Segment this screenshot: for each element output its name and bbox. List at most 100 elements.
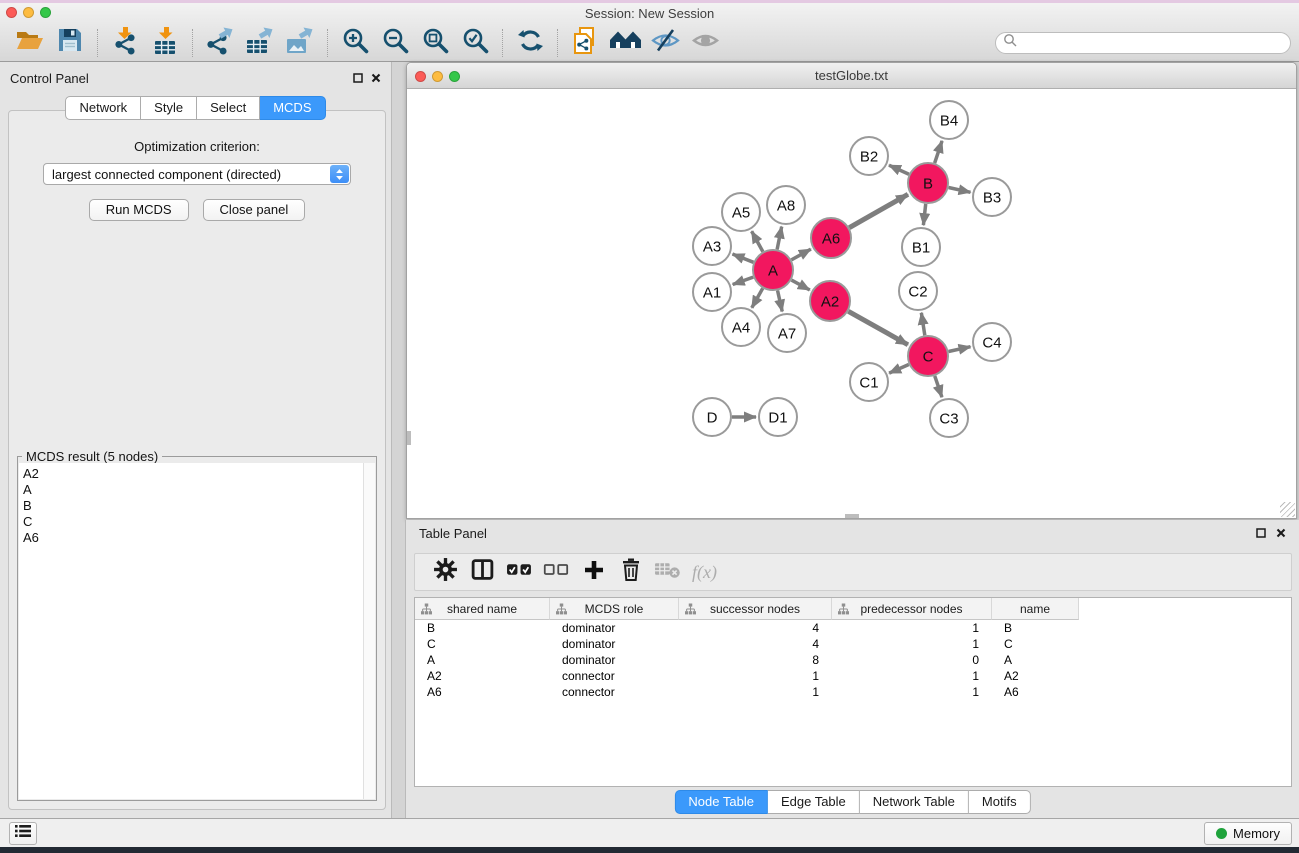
delete-column-button[interactable]	[612, 557, 649, 587]
table-cell[interactable]: 1	[679, 684, 832, 700]
graph-edge-A6-B[interactable]	[849, 194, 908, 227]
result-item[interactable]: A6	[23, 530, 363, 546]
close-panel-button[interactable]: Close panel	[203, 199, 306, 221]
hide-selected-button[interactable]	[645, 26, 685, 59]
table-cell[interactable]: 1	[679, 668, 832, 684]
table-cell[interactable]: A2	[415, 668, 550, 684]
graph-edge-C-C2[interactable]	[921, 313, 924, 336]
zoom-selected-button[interactable]	[455, 26, 495, 59]
graph-node-A3[interactable]: A3	[693, 227, 731, 265]
graph-node-A6[interactable]: A6	[811, 218, 851, 258]
graph-edge-A-A6[interactable]	[791, 249, 810, 260]
table-cell[interactable]: C	[992, 636, 1079, 652]
network-graph[interactable]: AA1A2A3A4A5A6A7A8BB1B2B3B4CC1C2C3C4DD1	[407, 89, 1296, 518]
graph-edge-A-A7[interactable]	[778, 290, 783, 311]
table-cell[interactable]: 4	[679, 636, 832, 652]
table-cell[interactable]: C	[415, 636, 550, 652]
resize-grip-icon[interactable]	[1280, 502, 1295, 517]
tab-style[interactable]: Style	[141, 96, 197, 120]
run-mcds-button[interactable]: Run MCDS	[89, 199, 189, 221]
graph-node-B4[interactable]: B4	[930, 101, 968, 139]
float-table-panel-icon[interactable]	[1255, 527, 1267, 539]
network-window-titlebar[interactable]: testGlobe.txt	[407, 63, 1296, 89]
column-header-name[interactable]: name	[992, 598, 1079, 620]
graph-node-C[interactable]: C	[908, 336, 948, 376]
table-row[interactable]: Cdominator41C	[415, 636, 1291, 652]
result-item[interactable]: C	[23, 514, 363, 530]
graph-edge-C-C1[interactable]	[889, 364, 909, 373]
deselect-all-button[interactable]	[538, 557, 575, 587]
open-file-button[interactable]	[10, 26, 50, 59]
graph-edge-A2-C[interactable]	[848, 311, 908, 344]
export-network-button[interactable]	[200, 26, 240, 59]
result-item[interactable]: B	[23, 498, 363, 514]
table-cell[interactable]: 1	[832, 620, 992, 636]
horizontal-scroll-nub[interactable]	[845, 514, 859, 518]
graph-edge-B-B1[interactable]	[923, 204, 925, 225]
table-cell[interactable]: 1	[832, 668, 992, 684]
memory-button[interactable]: Memory	[1204, 822, 1292, 845]
tab-network-table[interactable]: Network Table	[860, 790, 969, 814]
columns-button[interactable]	[464, 557, 501, 587]
graph-node-A[interactable]: A	[753, 250, 793, 290]
result-item[interactable]: A2	[23, 466, 363, 482]
close-table-panel-icon[interactable]	[1275, 527, 1287, 539]
vertical-scroll-nub[interactable]	[407, 431, 411, 445]
table-cell[interactable]: 0	[832, 652, 992, 668]
result-scrollbar[interactable]	[363, 463, 375, 799]
network-canvas[interactable]: AA1A2A3A4A5A6A7A8BB1B2B3B4CC1C2C3C4DD1	[407, 89, 1296, 518]
save-session-button[interactable]	[50, 26, 90, 59]
refresh-layout-button[interactable]	[510, 26, 550, 59]
settings-button[interactable]	[427, 557, 464, 587]
graph-edge-B-B2[interactable]	[889, 165, 909, 174]
node-table[interactable]: shared nameMCDS rolesuccessor nodesprede…	[414, 597, 1292, 787]
column-header-shared-name[interactable]: shared name	[415, 598, 550, 620]
home-button[interactable]	[605, 26, 645, 59]
table-row[interactable]: A6connector11A6	[415, 684, 1291, 700]
import-table-button[interactable]	[145, 26, 185, 59]
mcds-result-list[interactable]: A2ABCA6	[19, 463, 363, 799]
select-all-button[interactable]	[501, 557, 538, 587]
zoom-in-button[interactable]	[335, 26, 375, 59]
export-image-button[interactable]	[280, 26, 320, 59]
import-network-button[interactable]	[105, 26, 145, 59]
export-table-button[interactable]	[240, 26, 280, 59]
table-cell[interactable]: A	[992, 652, 1079, 668]
column-header-mcds-role[interactable]: MCDS role	[550, 598, 679, 620]
zoom-out-button[interactable]	[375, 26, 415, 59]
graph-edge-A-A8[interactable]	[777, 227, 782, 250]
zoom-fit-button[interactable]	[415, 26, 455, 59]
new-network-from-selection-button[interactable]	[565, 26, 605, 59]
column-header-predecessor-nodes[interactable]: predecessor nodes	[832, 598, 992, 620]
table-cell[interactable]: B	[415, 620, 550, 636]
tab-mcds[interactable]: MCDS	[260, 96, 325, 120]
column-header-successor-nodes[interactable]: successor nodes	[679, 598, 832, 620]
table-cell[interactable]: dominator	[550, 620, 679, 636]
table-cell[interactable]: A2	[992, 668, 1079, 684]
tab-network[interactable]: Network	[65, 96, 141, 120]
table-cell[interactable]: 8	[679, 652, 832, 668]
graph-node-B2[interactable]: B2	[850, 137, 888, 175]
graph-edge-A-A4[interactable]	[752, 288, 763, 308]
table-row[interactable]: Bdominator41B	[415, 620, 1291, 636]
task-history-button[interactable]	[9, 822, 37, 845]
graph-node-C1[interactable]: C1	[850, 363, 888, 401]
graph-edge-A-A1[interactable]	[733, 277, 754, 284]
graph-node-A7[interactable]: A7	[768, 314, 806, 352]
table-cell[interactable]: B	[992, 620, 1079, 636]
graph-node-B[interactable]: B	[908, 163, 948, 203]
graph-edge-B-B4[interactable]	[935, 141, 942, 163]
tab-edge-table[interactable]: Edge Table	[768, 790, 860, 814]
graph-node-C2[interactable]: C2	[899, 272, 937, 310]
search-input[interactable]	[1022, 36, 1272, 50]
float-panel-icon[interactable]	[352, 72, 364, 84]
table-cell[interactable]: connector	[550, 668, 679, 684]
graph-node-A2[interactable]: A2	[810, 281, 850, 321]
table-cell[interactable]: 4	[679, 620, 832, 636]
table-cell[interactable]: 1	[832, 636, 992, 652]
graph-node-B3[interactable]: B3	[973, 178, 1011, 216]
graph-edge-C-C4[interactable]	[949, 347, 971, 352]
table-cell[interactable]: dominator	[550, 636, 679, 652]
table-cell[interactable]: dominator	[550, 652, 679, 668]
table-cell[interactable]: A	[415, 652, 550, 668]
